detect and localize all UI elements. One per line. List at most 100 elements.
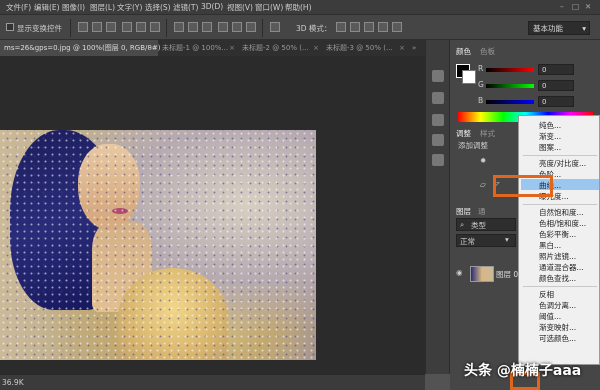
canvas-area[interactable] [0, 56, 425, 374]
layer-kind-filter[interactable]: ⌕ 类型 [456, 218, 516, 231]
menu-item[interactable]: 可选颜色... [539, 333, 576, 344]
close-icon[interactable]: × [313, 40, 319, 56]
eye-visibility-icon[interactable]: ◉ [456, 268, 463, 277]
menu-item[interactable]: 阈值... [539, 311, 561, 322]
align-left-icon[interactable] [122, 22, 132, 32]
workspace-value: 基本功能 [533, 24, 563, 33]
menu-item[interactable]: 通道混合器... [539, 262, 584, 273]
menu-separator [523, 155, 597, 156]
window-minimize-icon[interactable]: – [560, 2, 564, 11]
blend-mode-value: 正常 [460, 237, 475, 246]
status-bar: 36.9K [0, 374, 425, 390]
menu-edit[interactable]: 编辑(E) [34, 2, 60, 13]
workspace-select[interactable]: 基本功能 ▾ [528, 21, 590, 35]
search-icon: ⌕ [460, 220, 465, 229]
tab-untitled-2[interactable]: 未标题-2 @ 50% (... × [238, 40, 322, 56]
distribute-left-icon[interactable] [218, 22, 228, 32]
menu-item[interactable]: 反相 [539, 289, 554, 300]
background-color-swatch[interactable] [462, 70, 476, 84]
menu-item[interactable]: 色彩平衡... [539, 229, 576, 240]
menu-item[interactable]: 纯色... [539, 120, 561, 131]
tab-styles[interactable]: 样式 [480, 128, 495, 139]
character-icon[interactable] [432, 114, 444, 126]
window-close-icon[interactable]: ✕ [585, 2, 591, 11]
slider-r[interactable] [486, 68, 534, 72]
tab-channels[interactable]: 通 [478, 206, 486, 217]
align-bottom-icon[interactable] [106, 22, 116, 32]
tab-untitled-1[interactable]: 未标题-1 @ 100%... × [158, 40, 238, 56]
menu-item[interactable]: 渐变映射... [539, 322, 576, 333]
window-restore-icon[interactable]: □ [572, 2, 579, 11]
input-b[interactable]: 0 [538, 96, 574, 107]
scale-3d-icon[interactable] [392, 22, 402, 32]
tab-label: 未标题-3 @ 50% (... [326, 44, 393, 52]
menu-3d[interactable]: 3D(D) [201, 2, 223, 11]
roll-3d-icon[interactable] [350, 22, 360, 32]
menu-item[interactable]: 黑白... [539, 240, 561, 251]
levels-icon[interactable]: ▱ [480, 180, 486, 189]
menu-layer[interactable]: 图层(L) [90, 2, 115, 13]
label-b: B [478, 96, 484, 105]
distribute-top-icon[interactable] [174, 22, 184, 32]
chevron-down-icon: ▾ [505, 235, 509, 244]
status-zoom: 36.9K [2, 378, 24, 387]
photo-canvas-image[interactable] [0, 130, 316, 360]
align-top-icon[interactable] [78, 22, 88, 32]
divider [262, 19, 263, 37]
align-vcenter-icon[interactable] [92, 22, 102, 32]
tab-swatches[interactable]: 色板 [480, 46, 495, 57]
distribute-hcenter-icon[interactable] [232, 22, 242, 32]
layer-thumbnail[interactable] [470, 266, 494, 282]
menu-file[interactable]: 文件(F) [6, 2, 31, 13]
input-g[interactable]: 0 [538, 80, 574, 91]
auto-align-icon[interactable] [270, 22, 280, 32]
menu-item[interactable]: 图案... [539, 142, 561, 153]
menu-separator [523, 286, 597, 287]
close-icon[interactable]: × [149, 40, 155, 56]
brush-preset-icon[interactable] [432, 92, 444, 104]
history-icon[interactable] [432, 70, 444, 82]
input-r[interactable]: 0 [538, 64, 574, 75]
tab-adjustments[interactable]: 调整 [456, 128, 471, 139]
distribute-bottom-icon[interactable] [202, 22, 212, 32]
align-right-icon[interactable] [150, 22, 160, 32]
paragraph-icon[interactable] [432, 134, 444, 146]
menu-item[interactable]: 亮度/对比度... [539, 158, 586, 169]
panel-icon-strip [425, 40, 450, 374]
menu-item[interactable]: 色调分离... [539, 300, 576, 311]
menu-filter[interactable]: 滤镜(T) [173, 2, 198, 13]
menu-item[interactable]: 色相/饱和度... [539, 218, 586, 229]
blend-mode-select[interactable]: 正常 ▾ [456, 234, 516, 247]
menu-help[interactable]: 帮助(H) [285, 2, 312, 13]
more-tabs-icon[interactable]: » [408, 40, 424, 56]
tab-color[interactable]: 颜色 [456, 46, 471, 57]
close-icon[interactable]: × [399, 40, 405, 56]
slider-g[interactable] [486, 84, 534, 88]
menu-window[interactable]: 窗口(W) [255, 2, 283, 13]
show-transform-checkbox[interactable] [6, 23, 14, 31]
align-hcenter-icon[interactable] [136, 22, 146, 32]
menu-item[interactable]: 自然饱和度... [539, 207, 584, 218]
menu-item[interactable]: 渐变... [539, 131, 561, 142]
menu-view[interactable]: 视图(V) [227, 2, 253, 13]
slide-3d-icon[interactable] [378, 22, 388, 32]
tab-label: 未标题-2 @ 50% (... [242, 44, 309, 52]
rotate-3d-icon[interactable] [336, 22, 346, 32]
slider-b[interactable] [486, 100, 534, 104]
menu-select[interactable]: 选择(S) [145, 2, 171, 13]
menu-image[interactable]: 图像(I) [62, 2, 85, 13]
close-icon[interactable]: × [229, 40, 235, 56]
menu-item[interactable]: 颜色查找... [539, 273, 576, 284]
tab-untitled-3[interactable]: 未标题-3 @ 50% (... × [322, 40, 408, 56]
menu-type[interactable]: 文字(Y) [117, 2, 142, 13]
tab-document-active[interactable]: ms=26&gps=0.jpg @ 100%(图层 0, RGB/8#) × [0, 40, 160, 56]
menu-item[interactable]: 照片滤镜... [539, 251, 576, 262]
distribute-right-icon[interactable] [246, 22, 256, 32]
tab-layers[interactable]: 图层 [456, 206, 471, 217]
distribute-vcenter-icon[interactable] [188, 22, 198, 32]
tab-label: 未标题-1 @ 100%... [162, 44, 229, 52]
cube-3d-icon[interactable] [432, 154, 444, 166]
drag-3d-icon[interactable] [364, 22, 374, 32]
brightness-icon[interactable]: ✹ [480, 156, 486, 165]
layer-name[interactable]: 图层 0 [496, 269, 518, 280]
